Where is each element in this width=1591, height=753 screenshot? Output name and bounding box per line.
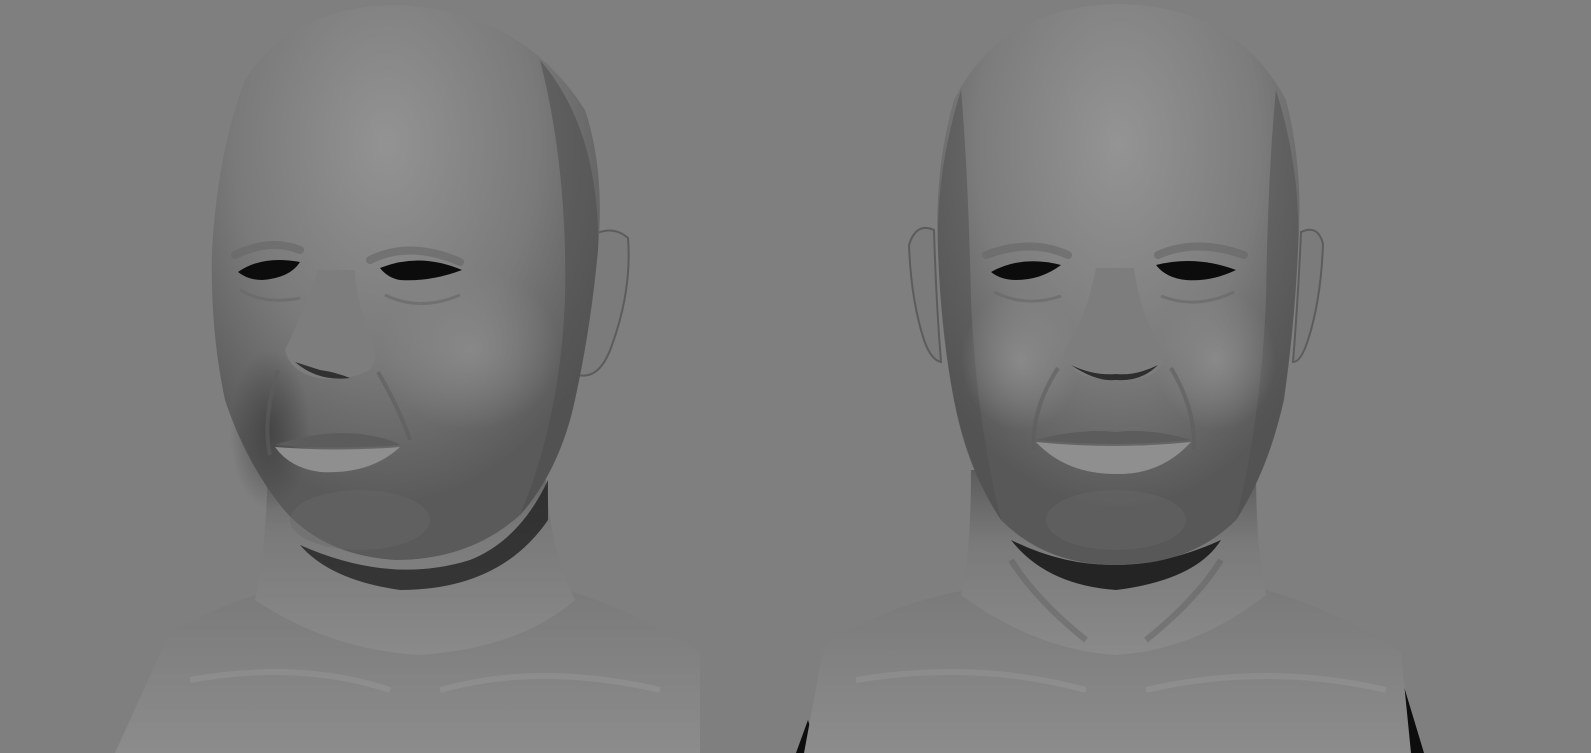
head-render-three-quarter [0,0,795,753]
head-three-quarter-svg [115,5,700,753]
chin-front [1046,490,1186,550]
chin-left [290,490,430,550]
cheek-highlight-front-l [961,290,1081,430]
head-render-front [796,0,1591,753]
head-front-svg [796,4,1424,753]
cheek-shade-left [230,350,310,510]
ear-right-front [907,226,943,364]
viewport-canvas[interactable] [0,0,1591,753]
cheek-highlight-left [380,270,560,430]
cheek-highlight-front-r [1156,290,1276,430]
